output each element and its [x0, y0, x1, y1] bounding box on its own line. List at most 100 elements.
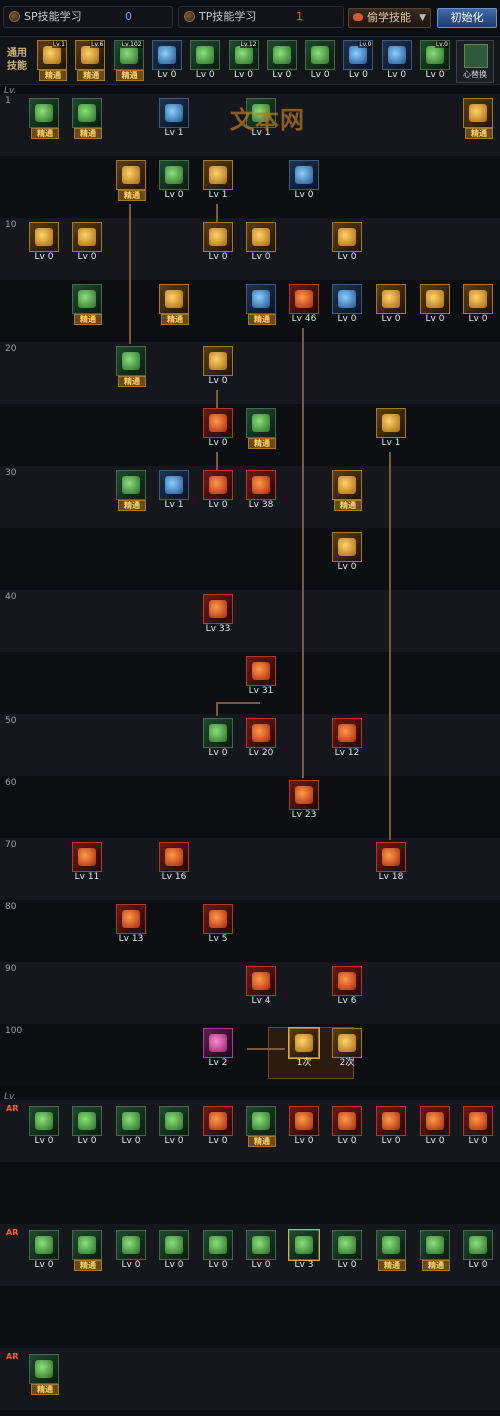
- common-skill-slot[interactable]: Lv 0: [305, 40, 336, 82]
- skill-tree-node[interactable]: 精通: [332, 470, 362, 512]
- skill-tree-node[interactable]: Lv 16: [159, 842, 189, 884]
- skill-tree-node[interactable]: Lv 18: [376, 842, 406, 884]
- skill-glyph-icon: [382, 848, 400, 866]
- common-skill-slot[interactable]: Lv.0 Lv 0: [420, 40, 450, 82]
- skill-icon: [116, 1106, 146, 1136]
- skill-tree-node[interactable]: Lv 11: [72, 842, 102, 884]
- tp-skill-node[interactable]: Lv 0: [116, 1230, 146, 1272]
- skill-tree-node[interactable]: 精通: [72, 98, 102, 140]
- tp-skill-node[interactable]: Lv 0: [116, 1106, 146, 1148]
- skill-tree-node[interactable]: 精通: [246, 284, 276, 326]
- tp-skill-node[interactable]: Lv 0: [203, 1230, 233, 1272]
- common-skill-slot[interactable]: Lv 0: [151, 40, 182, 82]
- common-skill-slot[interactable]: Lv.12 Lv 0: [228, 40, 259, 82]
- skill-tree-node[interactable]: Lv 0: [332, 532, 362, 574]
- skill-tree-node[interactable]: Lv 31: [246, 656, 276, 698]
- skill-tree-node[interactable]: Lv 0: [203, 222, 233, 264]
- skill-tree-node[interactable]: Lv 0: [246, 222, 276, 264]
- skill-glyph-icon: [295, 166, 313, 184]
- skill-glyph-icon: [338, 476, 356, 494]
- skill-tree-node[interactable]: Lv 6: [332, 966, 362, 1008]
- common-skill-slot[interactable]: Lv.1 精通: [37, 40, 67, 82]
- tp-skill-node[interactable]: Lv 0: [159, 1106, 189, 1148]
- tp-skill-node[interactable]: 精通: [420, 1230, 450, 1272]
- skill-tree-node[interactable]: 精通: [246, 408, 276, 450]
- skill-tree-node[interactable]: Lv 0: [463, 284, 493, 326]
- skill-tree-node[interactable]: Lv 0: [289, 160, 319, 202]
- skill-glyph-icon: [122, 352, 140, 370]
- tp-skill-node[interactable]: Lv 0: [376, 1106, 406, 1148]
- skill-tree-node[interactable]: Lv 0: [420, 284, 450, 326]
- skill-tree-node[interactable]: Lv 0: [332, 222, 362, 264]
- skill-tree-node[interactable]: Lv 1: [159, 98, 189, 140]
- skill-tree-node[interactable]: 1次: [288, 1027, 320, 1070]
- skill-tree-node[interactable]: Lv 33: [203, 594, 233, 636]
- skill-tree-node[interactable]: Lv 0: [203, 470, 233, 512]
- skill-tree-node[interactable]: 精通: [116, 470, 146, 512]
- steal-skill-dropdown[interactable]: 偷学技能 ▼: [348, 8, 431, 28]
- common-skill-slot[interactable]: Lv.102 精通: [113, 40, 144, 82]
- skill-icon: [376, 1106, 406, 1136]
- skill-tree-node[interactable]: Lv 0: [72, 222, 102, 264]
- skill-tree-node[interactable]: Lv 38: [246, 470, 276, 512]
- tp-skill-node[interactable]: Lv 0: [72, 1106, 102, 1148]
- skill-tree-node[interactable]: Lv 0: [29, 222, 59, 264]
- skill-tree-node[interactable]: Lv 0: [203, 718, 233, 760]
- skill-tree-node[interactable]: Lv 1: [376, 408, 406, 450]
- skill-glyph-icon: [122, 910, 140, 928]
- tp-skill-node[interactable]: Lv 0: [420, 1106, 450, 1148]
- skill-tree-node[interactable]: Lv 0: [203, 346, 233, 388]
- tp-skill-node[interactable]: 精通: [72, 1230, 102, 1272]
- skill-tree-node[interactable]: Lv 0: [376, 284, 406, 326]
- tp-skill-node[interactable]: Lv 0: [159, 1230, 189, 1272]
- skill-tree-node[interactable]: Lv 0: [332, 284, 362, 326]
- chevron-down-icon: ▼: [419, 13, 426, 23]
- skill-tree-node[interactable]: Lv 5: [203, 904, 233, 946]
- skill-tree-node[interactable]: 精通: [463, 98, 493, 140]
- skill-tree-node[interactable]: Lv 1: [203, 160, 233, 202]
- tab-tp-skill-learning[interactable]: TP技能学习 1: [178, 6, 344, 28]
- tab-sp-skill-learning[interactable]: SP技能学习 0: [3, 6, 173, 28]
- tp-skill-node[interactable]: Lv 0: [463, 1230, 493, 1272]
- skill-level-label: Lv 11: [74, 872, 100, 882]
- tp-skill-node[interactable]: 精通: [29, 1354, 59, 1396]
- skill-tree-node[interactable]: 精通: [72, 284, 102, 326]
- skill-tree-node[interactable]: Lv 2: [203, 1028, 233, 1070]
- common-skill-slot[interactable]: Lv 0: [266, 40, 297, 82]
- skill-tree-node[interactable]: Lv 4: [246, 966, 276, 1008]
- common-skill-slot[interactable]: Lv.0 Lv 0: [343, 40, 374, 82]
- skill-tree-node[interactable]: 2次: [332, 1028, 362, 1070]
- skill-tree-node[interactable]: Lv 0: [203, 408, 233, 450]
- skill-tree-node[interactable]: 精通: [116, 160, 146, 202]
- common-skill-slot[interactable]: Lv.6 精通: [75, 40, 106, 82]
- tp-skill-node[interactable]: Lv 0: [29, 1230, 59, 1272]
- tp-skill-node[interactable]: Lv 0: [289, 1106, 319, 1148]
- tp-skill-node[interactable]: Lv 0: [332, 1230, 362, 1272]
- skill-level-label: Lv 1: [164, 500, 184, 510]
- swap-button[interactable]: 心替换: [456, 40, 494, 83]
- tp-skill-node[interactable]: 精通: [376, 1230, 406, 1272]
- skill-tree-node[interactable]: Lv 20: [246, 718, 276, 760]
- tp-skill-node[interactable]: Lv 0: [246, 1230, 276, 1272]
- skill-icon: [246, 656, 276, 686]
- tp-skill-node[interactable]: Lv 0: [203, 1106, 233, 1148]
- skill-tree-node[interactable]: Lv 46: [289, 284, 319, 326]
- tp-skill-node[interactable]: Lv 0: [29, 1106, 59, 1148]
- skill-tree-node[interactable]: Lv 13: [116, 904, 146, 946]
- skill-tree-node[interactable]: 精通: [159, 284, 189, 326]
- skill-level-label: Lv 0: [381, 314, 401, 324]
- skill-tree-node[interactable]: 精通: [29, 98, 59, 140]
- skill-tree-node[interactable]: 精通: [116, 346, 146, 388]
- tp-skill-node[interactable]: Lv 0: [463, 1106, 493, 1148]
- skill-tree-node[interactable]: Lv 23: [289, 780, 319, 822]
- skill-glyph-icon: [234, 46, 253, 64]
- tp-skill-node[interactable]: 精通: [246, 1106, 276, 1148]
- common-skill-slot[interactable]: Lv 0: [381, 40, 412, 82]
- common-skill-slot[interactable]: Lv 0: [190, 40, 221, 82]
- tp-skill-node[interactable]: Lv 3: [288, 1229, 320, 1272]
- tp-skill-node[interactable]: Lv 0: [332, 1106, 362, 1148]
- skill-tree-node[interactable]: Lv 0: [159, 160, 189, 202]
- skill-tree-node[interactable]: Lv 12: [332, 718, 362, 760]
- skill-tree-node[interactable]: Lv 1: [159, 470, 189, 512]
- reset-button[interactable]: 初始化: [437, 8, 497, 28]
